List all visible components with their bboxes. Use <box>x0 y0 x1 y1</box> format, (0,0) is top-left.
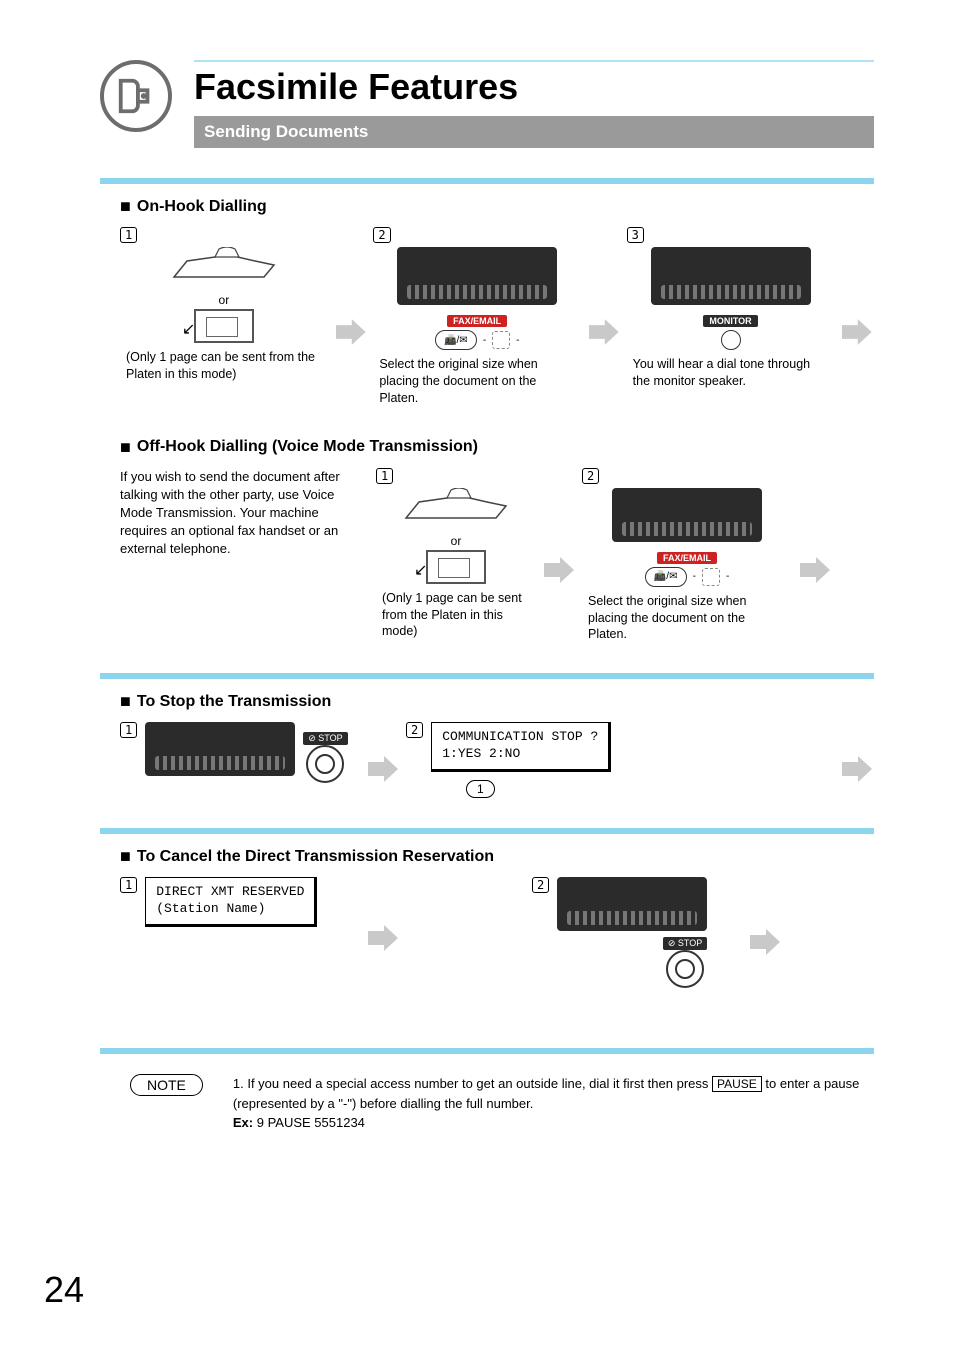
caption: Select the original size when placing th… <box>582 593 792 644</box>
note-badge: NOTE <box>130 1074 203 1096</box>
platen-illustration <box>194 309 254 343</box>
divider <box>100 178 874 184</box>
section-stop: ■ To Stop the Transmission <box>120 691 874 712</box>
intro-text: If you wish to send the document after t… <box>120 468 360 559</box>
platen-illustration <box>426 550 486 584</box>
section-on-hook: ■ On-Hook Dialling <box>120 196 874 217</box>
stop-badge: ⊘ STOP <box>663 937 707 950</box>
control-panel-illustration <box>145 722 295 776</box>
step-number: 1 <box>376 468 393 484</box>
arrow-right-icon <box>840 315 874 349</box>
section-off-hook: ■ Off-Hook Dialling (Voice Mode Transmis… <box>120 437 874 458</box>
arrow-right-icon <box>587 315 621 349</box>
step-number: 2 <box>582 468 599 484</box>
stop-button-icon <box>306 745 344 783</box>
fax-section-icon <box>100 60 172 132</box>
fax-email-badge: FAX/EMAIL <box>657 552 717 564</box>
adf-illustration <box>169 247 279 287</box>
control-panel-illustration <box>557 877 707 931</box>
page-subtitle: Sending Documents <box>194 116 874 148</box>
or-label: or <box>451 534 462 548</box>
caption: (Only 1 page can be sent from the Platen… <box>376 590 536 641</box>
page-title: Facsimile Features <box>194 66 874 108</box>
arrow-right-icon <box>366 921 400 955</box>
stop-badge: ⊘ STOP <box>303 732 347 745</box>
lcd-display: DIRECT XMT RESERVED (Station Name) <box>145 877 317 927</box>
step-number: 2 <box>532 877 549 893</box>
arrow-right-icon <box>542 553 576 587</box>
keypad-1-button: 1 <box>466 780 495 798</box>
page-number: 24 <box>44 1269 84 1311</box>
control-panel-illustration <box>612 488 762 542</box>
arrow-right-icon <box>840 752 874 786</box>
step-number: 1 <box>120 877 137 893</box>
or-label: or <box>219 293 230 307</box>
arrow-right-icon <box>798 553 832 587</box>
step-number: 3 <box>627 227 644 243</box>
fax-email-button-icon: 📠/✉ <box>645 567 687 587</box>
stop-button-icon <box>666 950 704 988</box>
lcd-display: COMMUNICATION STOP ? 1:YES 2:NO <box>431 722 611 772</box>
arrow-right-icon <box>748 925 782 959</box>
fax-email-badge: FAX/EMAIL <box>447 315 507 327</box>
pause-key: PAUSE <box>712 1076 762 1092</box>
step-number: 2 <box>406 722 423 738</box>
original-size-icon <box>492 331 510 349</box>
control-panel-illustration <box>651 247 811 305</box>
fax-email-button-icon: 📠/✉ <box>435 330 477 350</box>
step-number: 1 <box>120 227 137 243</box>
caption: (Only 1 page can be sent from the Platen… <box>120 349 328 383</box>
control-panel-illustration <box>397 247 557 305</box>
step-number: 2 <box>373 227 390 243</box>
divider <box>100 828 874 834</box>
arrow-right-icon <box>366 752 400 786</box>
original-size-icon <box>702 568 720 586</box>
monitor-button-icon <box>721 330 741 350</box>
step-number: 1 <box>120 722 137 738</box>
divider <box>100 673 874 679</box>
adf-illustration <box>401 488 511 528</box>
section-cancel: ■ To Cancel the Direct Transmission Rese… <box>120 846 874 867</box>
caption: You will hear a dial tone through the mo… <box>627 356 835 390</box>
note-text: 1. If you need a special access number t… <box>233 1074 874 1133</box>
arrow-right-icon <box>334 315 368 349</box>
monitor-badge: MONITOR <box>703 315 757 327</box>
caption: Select the original size when placing th… <box>373 356 581 407</box>
